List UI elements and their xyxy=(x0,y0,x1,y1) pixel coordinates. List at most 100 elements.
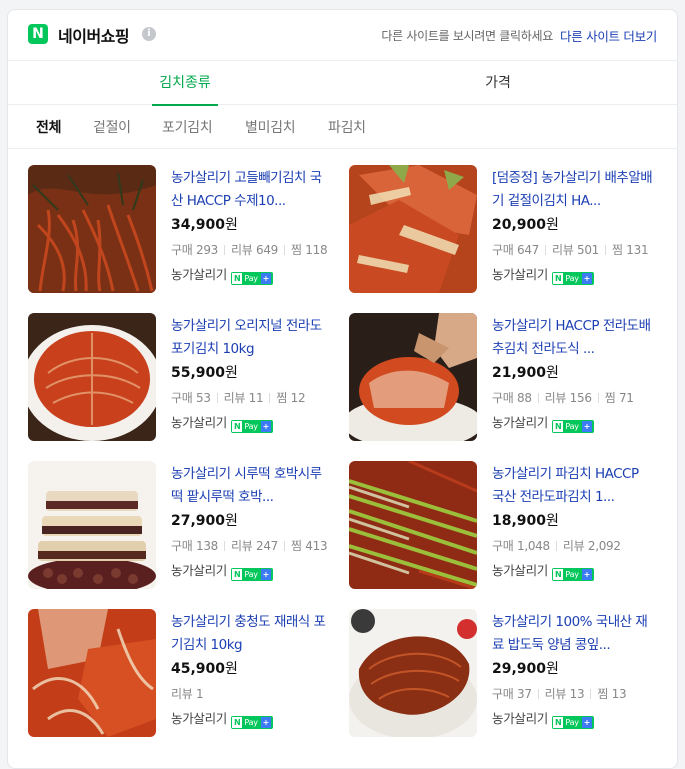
product-price: 27,900원 xyxy=(171,510,238,530)
seller-name[interactable]: 농가살리기 xyxy=(492,267,548,282)
review-label: 리뷰 xyxy=(231,243,253,257)
product-item[interactable]: 농가살리기 충청도 재래식 포기김치 10kg 45,900원 리뷰 1 농가살리기 N… xyxy=(8,609,328,739)
product-image[interactable] xyxy=(349,165,477,293)
npay-n: N xyxy=(553,569,564,580)
product-name-link[interactable]: 농가살리기 고들빼기김치 국산 HACCP 수제10... xyxy=(171,167,333,213)
filter-pogi-kimchi[interactable]: 포기김치 xyxy=(162,117,213,137)
npay-text: Pay xyxy=(565,570,579,579)
product-stats: 구매 647 리뷰 501 찜 131 xyxy=(492,241,649,258)
stat-divider xyxy=(597,393,599,403)
tab-kimchi-type[interactable]: 김치종류 xyxy=(152,61,218,106)
product-seller: 농가살리기 N Pay + xyxy=(492,264,595,285)
npay-n: N xyxy=(232,273,243,284)
price-unit: 원 xyxy=(546,217,559,233)
npay-badge-icon: N Pay + xyxy=(552,568,595,581)
npay-text: Pay xyxy=(565,274,579,283)
product-image[interactable] xyxy=(349,609,477,737)
product-name-link[interactable]: 농가살리기 오리지널 전라도 포기김치 10kg xyxy=(171,315,333,361)
review-count: 11 xyxy=(248,391,264,405)
product-item[interactable]: 농가살리기 오리지널 전라도 포기김치 10kg 55,900원 구매 53 리뷰 1… xyxy=(8,313,328,443)
product-item[interactable]: 농가살리기 100% 국내산 재료 밥도둑 양념 콩잎... 29,900원 구매 … xyxy=(329,609,649,739)
filter-all[interactable]: 전체 xyxy=(36,117,61,137)
seller-name[interactable]: 농가살리기 xyxy=(492,563,548,578)
price-value: 20,900 xyxy=(492,217,547,233)
npay-n: N xyxy=(553,717,564,728)
npay-plus: + xyxy=(581,421,593,432)
seller-name[interactable]: 농가살리기 xyxy=(492,415,548,430)
product-name-link[interactable]: 농가살리기 HACCP 전라도배추김치 전라도식 ... xyxy=(492,315,654,361)
product-image[interactable] xyxy=(28,313,156,441)
stat-divider xyxy=(269,393,271,403)
card-title[interactable]: 네이버쇼핑 xyxy=(58,23,130,47)
purchase-label: 구매 xyxy=(171,539,193,553)
review-count: 501 xyxy=(577,243,600,257)
review-count: 1 xyxy=(196,687,204,701)
npay-n: N xyxy=(553,421,564,432)
product-item[interactable]: 농가살리기 파김치 HACCP 국산 전라도파김치 1... 18,900원 구매 … xyxy=(329,461,649,591)
product-seller: 농가살리기 N Pay + xyxy=(171,264,274,285)
purchase-label: 구매 xyxy=(492,391,514,405)
product-image[interactable] xyxy=(28,609,156,737)
product-stats: 구매 88 리뷰 156 찜 71 xyxy=(492,389,634,406)
wish-label: 찜 xyxy=(291,539,302,553)
product-price: 45,900원 xyxy=(171,658,238,678)
product-item[interactable]: 농가살리기 고들빼기김치 국산 HACCP 수제10... 34,900원 구매 2… xyxy=(8,165,328,295)
review-label: 리뷰 xyxy=(544,391,567,405)
seller-name[interactable]: 농가살리기 xyxy=(171,267,227,282)
price-value: 29,900 xyxy=(492,661,547,677)
wish-label: 찜 xyxy=(612,243,623,257)
product-image[interactable] xyxy=(349,461,477,589)
price-unit: 원 xyxy=(225,513,238,529)
npay-plus: + xyxy=(581,273,593,284)
wish-count: 131 xyxy=(626,243,649,257)
price-value: 21,900 xyxy=(492,365,547,381)
more-sites-link[interactable]: 다른 사이트 더보기 xyxy=(560,26,657,45)
filter-geotjeori[interactable]: 겉절이 xyxy=(93,117,131,137)
purchase-count: 1,048 xyxy=(517,539,550,553)
price-value: 55,900 xyxy=(171,365,226,381)
seller-name[interactable]: 농가살리기 xyxy=(171,563,227,578)
tab-price[interactable]: 가격 xyxy=(478,61,518,105)
stat-divider xyxy=(605,245,607,255)
naver-logo-icon: N xyxy=(28,24,48,44)
review-count: 649 xyxy=(256,243,279,257)
price-unit: 원 xyxy=(225,217,238,233)
info-icon[interactable]: i xyxy=(142,27,156,41)
purchase-count: 647 xyxy=(517,243,540,257)
product-image[interactable] xyxy=(28,165,156,293)
product-seller: 농가살리기 N Pay + xyxy=(171,560,274,581)
seller-name[interactable]: 농가살리기 xyxy=(492,711,548,726)
npay-text: Pay xyxy=(244,718,258,727)
filter-pa-kimchi[interactable]: 파김치 xyxy=(328,117,366,137)
product-image[interactable] xyxy=(28,461,156,589)
price-unit: 원 xyxy=(546,365,559,381)
review-count: 13 xyxy=(569,687,585,701)
price-value: 18,900 xyxy=(492,513,547,529)
product-price: 55,900원 xyxy=(171,362,238,382)
purchase-count: 37 xyxy=(517,687,532,701)
npay-text: Pay xyxy=(244,422,258,431)
npay-n: N xyxy=(553,273,564,284)
seller-name[interactable]: 농가살리기 xyxy=(171,711,227,726)
product-name-link[interactable]: 농가살리기 100% 국내산 재료 밥도둑 양념 콩잎... xyxy=(492,611,654,657)
product-item[interactable]: 농가살리기 HACCP 전라도배추김치 전라도식 ... 21,900원구매 88… xyxy=(329,313,651,443)
price-unit: 원 xyxy=(546,661,559,677)
product-item[interactable]: [덤증정] 농가살리기 배추알배기 겉절이김치 HA... 20,900원 구매 6… xyxy=(329,165,653,295)
product-price: 20,900원 xyxy=(492,214,559,234)
product-image[interactable] xyxy=(349,313,477,441)
product-name-link[interactable]: [덤증정] 농가살리기 배추알배기 겉절이김치 HA... xyxy=(492,167,654,213)
product-name-link[interactable]: 농가살리기 충청도 재래식 포기김치 10kg xyxy=(171,611,333,657)
npay-badge-icon: N Pay + xyxy=(231,716,274,729)
stat-divider xyxy=(537,393,539,403)
product-seller: 농가살리기 N Pay + xyxy=(492,560,595,581)
product-name-link[interactable]: 농가살리기 시루떡 호박시루떡 팥시루떡 호박... xyxy=(171,463,333,509)
price-unit: 원 xyxy=(546,513,559,529)
filter-special-kimchi[interactable]: 별미김치 xyxy=(245,117,296,137)
product-name-link[interactable]: 농가살리기 파김치 HACCP 국산 전라도파김치 1... xyxy=(492,463,654,509)
npay-plus: + xyxy=(260,717,272,728)
npay-plus: + xyxy=(581,717,593,728)
seller-name[interactable]: 농가살리기 xyxy=(171,415,227,430)
product-stats: 구매 138 리뷰 247 찜 413 xyxy=(171,537,328,554)
npay-n: N xyxy=(232,421,243,432)
product-item[interactable]: 농가살리기 시루떡 호박시루떡 팥시루떡 호박... 27,900원 구매 138 리… xyxy=(8,461,328,591)
